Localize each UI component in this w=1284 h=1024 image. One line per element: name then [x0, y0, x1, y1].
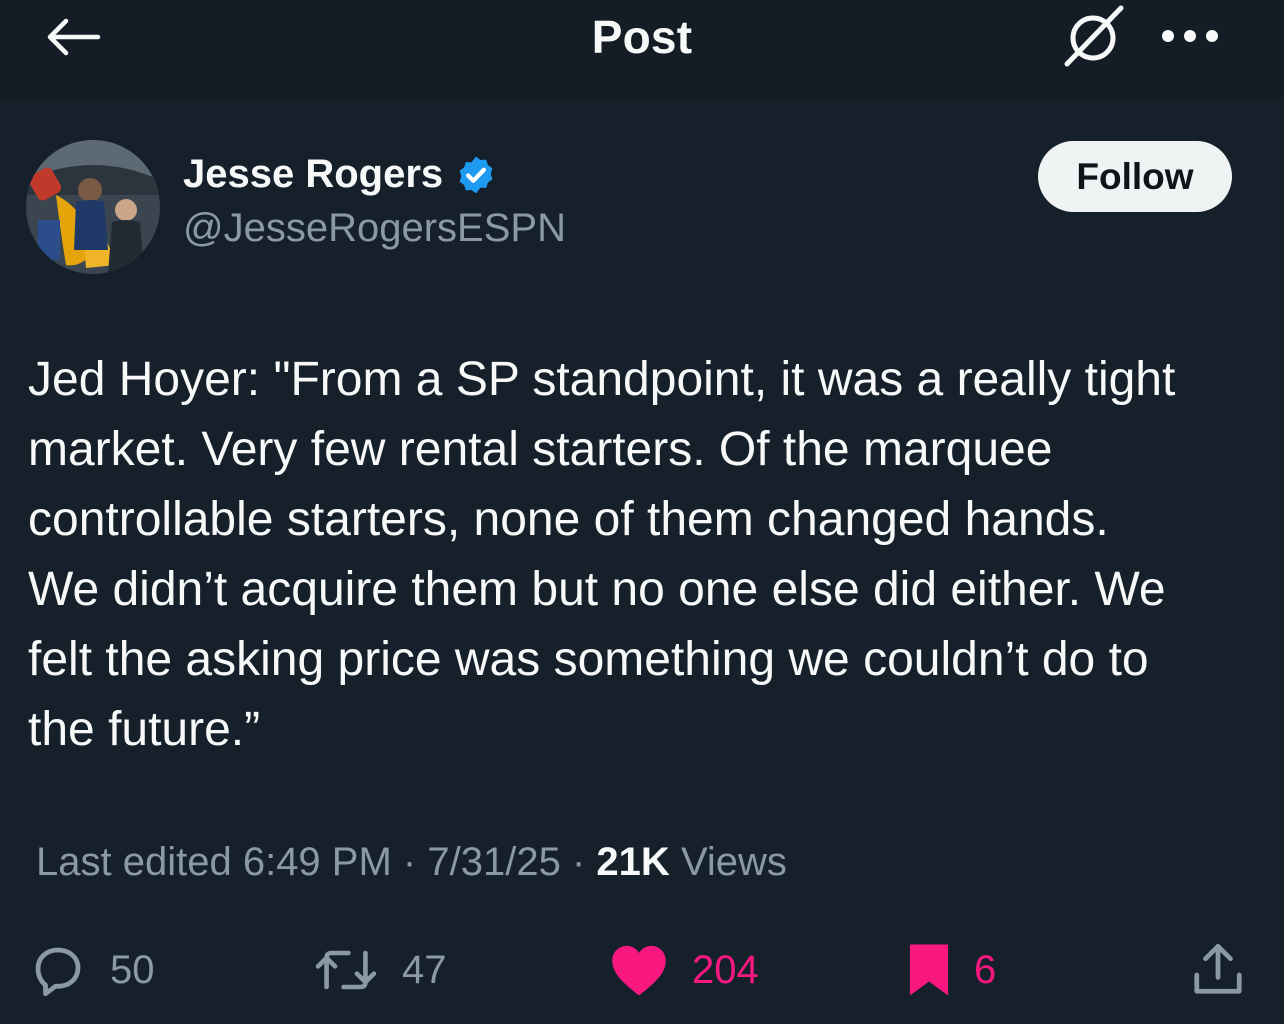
bookmark-count: 6 [974, 947, 997, 992]
share-button[interactable] [1188, 930, 1248, 1010]
edited-label[interactable]: Last edited [36, 840, 232, 884]
grok-button[interactable] [1055, 2, 1133, 70]
separator: · [571, 840, 586, 884]
share-icon [1188, 940, 1248, 1000]
author-name-row[interactable]: Jesse Rogers [183, 152, 497, 197]
action-bar: 50 47 204 6 [0, 930, 1284, 1010]
separator: · [402, 840, 417, 884]
author-handle[interactable]: @JesseRogersESPN [183, 206, 566, 251]
grok-icon [1055, 2, 1133, 70]
avatar[interactable] [26, 140, 160, 274]
repost-count: 47 [402, 947, 447, 992]
bookmark-filled-icon [906, 942, 952, 998]
heart-filled-icon [608, 942, 670, 998]
repost-icon [312, 940, 380, 1000]
top-bar: Post [0, 0, 1284, 100]
bookmark-button[interactable]: 6 [906, 930, 996, 1010]
more-options-button[interactable] [1155, 18, 1225, 54]
tweet-date[interactable]: 7/31/25 [427, 840, 560, 884]
views-label: Views [680, 840, 787, 884]
tweet-text: Jed Hoyer: "From a SP standpoint, it was… [28, 353, 1176, 756]
author-name[interactable]: Jesse Rogers [183, 152, 443, 197]
verified-badge-icon [455, 154, 497, 196]
tweet-meta: Last edited 6:49 PM · 7/31/25 · 21K View… [36, 840, 787, 885]
like-count: 204 [692, 947, 759, 992]
reply-button[interactable]: 50 [28, 930, 155, 1010]
reply-count: 50 [110, 947, 155, 992]
reply-icon [28, 940, 88, 1000]
more-horizontal-icon [1160, 29, 1220, 43]
tweet-time[interactable]: 6:49 PM [243, 840, 392, 884]
follow-button[interactable]: Follow [1038, 141, 1232, 212]
like-button[interactable]: 204 [608, 930, 759, 1010]
views-count[interactable]: 21K [596, 840, 669, 884]
repost-button[interactable]: 47 [312, 930, 447, 1010]
